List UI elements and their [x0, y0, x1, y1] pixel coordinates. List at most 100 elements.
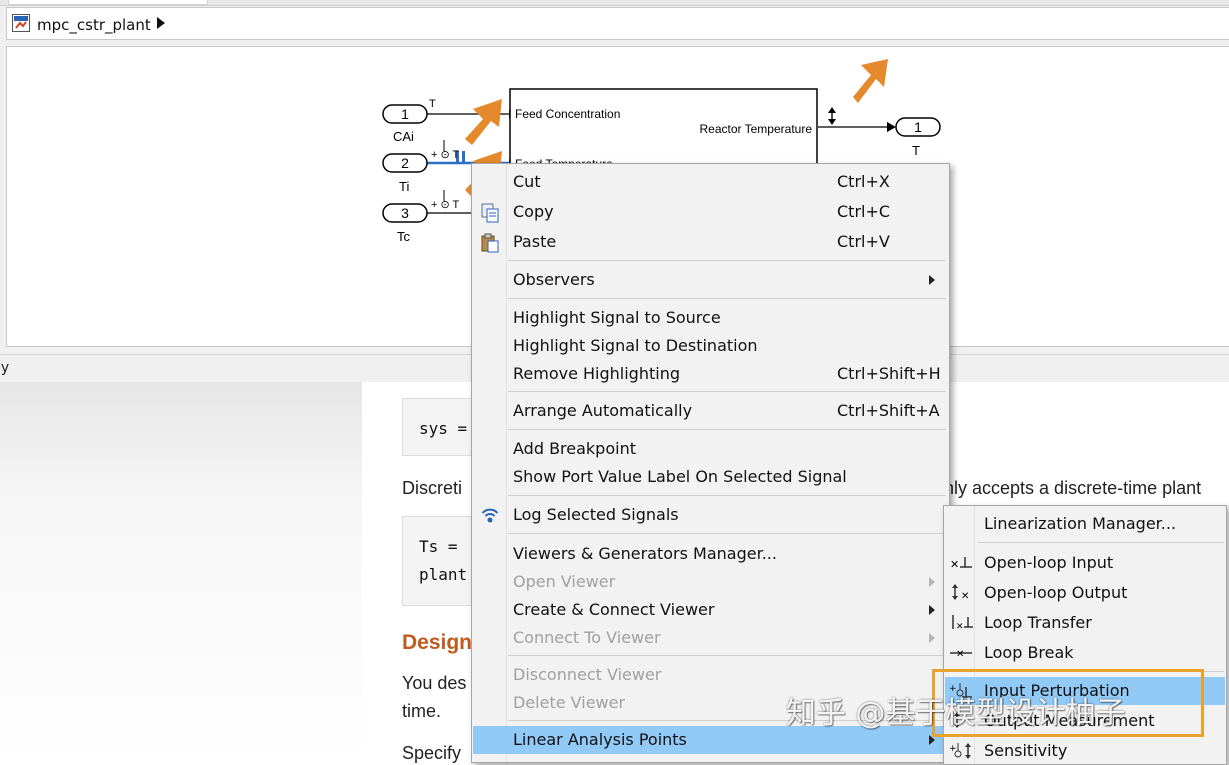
menu-item-label: Highlight Signal to Destination — [513, 336, 758, 355]
port-label-feed-concentration: Feed Concentration — [515, 107, 620, 121]
menu-item-label: Highlight Signal to Source — [513, 308, 721, 327]
menu-separator — [508, 429, 946, 430]
menu-item-label: Observers — [513, 270, 595, 289]
menu-separator — [508, 391, 946, 392]
submenu-item-open-loop-input[interactable]: ✕ Open-loop Input — [945, 549, 1225, 577]
menu-item-label: Connect To Viewer — [513, 628, 661, 647]
inport-3-name: Tc — [397, 229, 411, 244]
menu-item-label: Copy — [513, 202, 554, 221]
menu-item-disconnect-viewer: Disconnect Viewer — [473, 661, 948, 689]
log-signal-icon — [481, 508, 499, 523]
inport-3[interactable]: 3 — [382, 203, 428, 223]
breadcrumb: mpc_cstr_plant — [6, 7, 1229, 40]
menu-item-label: Paste — [513, 232, 557, 251]
svg-text:✕: ✕ — [956, 649, 964, 660]
menu-item-label: Linearization Manager... — [984, 514, 1177, 533]
menu-item-copy[interactable]: Copy Ctrl+C — [473, 198, 948, 226]
menu-item-paste[interactable]: Paste Ctrl+V — [473, 228, 948, 256]
menu-item-label: Delete Viewer — [513, 693, 626, 712]
menu-item-observers[interactable]: Observers — [473, 266, 948, 294]
menu-item-add-breakpoint[interactable]: Add Breakpoint — [473, 435, 948, 463]
menu-item-shortcut: Ctrl+C — [837, 202, 891, 221]
menu-item-label: Remove Highlighting — [513, 364, 680, 383]
outport-1-name: T — [912, 143, 920, 158]
menu-item-label: Open-loop Output — [984, 583, 1128, 602]
menu-item-arrange-automatically[interactable]: Arrange Automatically Ctrl+Shift+A — [473, 397, 948, 425]
menu-item-highlight-to-source[interactable]: Highlight Signal to Source — [473, 304, 948, 332]
doc-sidebar-shade — [0, 382, 362, 762]
port-label-reactor-temperature: Reactor Temperature — [700, 122, 813, 136]
signal-context-menu: Cut Ctrl+X Copy Ctrl+C Paste Ctrl+V Obse… — [471, 163, 950, 763]
menu-item-label: Loop Break — [984, 643, 1074, 662]
doc-text-discretize-end: nly accepts a discrete-time plant — [944, 478, 1202, 498]
status-text: dy — [0, 360, 10, 376]
paste-icon — [481, 233, 499, 253]
doc-heading-design: Design — [402, 631, 473, 654]
menu-item-label: Show Port Value Label On Selected Signal — [513, 467, 847, 486]
arrowhead-icon — [887, 122, 896, 132]
breadcrumb-model-name[interactable]: mpc_cstr_plant — [37, 16, 151, 34]
orange-callout-arrow-icon — [853, 59, 888, 103]
menu-item-create-connect-viewer[interactable]: Create & Connect Viewer — [473, 596, 948, 624]
menu-item-show-port-value-label[interactable]: Show Port Value Label On Selected Signal — [473, 463, 948, 491]
submenu-item-loop-break[interactable]: ✕ Loop Break — [945, 639, 1225, 667]
menu-item-log-selected-signals[interactable]: Log Selected Signals — [473, 501, 948, 529]
menu-item-viewers-generators-manager[interactable]: Viewers & Generators Manager... — [473, 540, 948, 568]
sensitivity-icon: + — [949, 743, 971, 759]
menu-separator — [978, 542, 1224, 543]
menu-item-highlight-to-destination[interactable]: Highlight Signal to Destination — [473, 332, 948, 360]
code-line: sys = — [419, 419, 468, 438]
menu-item-label: Open-loop Input — [984, 553, 1114, 572]
outport-1-number: 1 — [914, 119, 922, 135]
submenu-item-loop-transfer[interactable]: ✕ Loop Transfer — [945, 609, 1225, 637]
outport-1[interactable]: 1 — [895, 117, 941, 137]
inport-2-name: Ti — [399, 179, 409, 194]
model-tab[interactable] — [8, 0, 208, 5]
inport-1[interactable]: 1 — [382, 104, 428, 124]
menu-separator — [508, 655, 946, 656]
menu-item-shortcut: Ctrl+X — [837, 172, 890, 191]
svg-text:✕: ✕ — [956, 622, 964, 632]
menu-item-label: Disconnect Viewer — [513, 665, 662, 684]
output-linear-io-marker-icon — [828, 107, 836, 125]
submenu-arrow-icon — [929, 633, 935, 643]
code-line: Ts = — [419, 537, 458, 556]
code-line: plant — [419, 565, 468, 584]
submenu-item-sensitivity[interactable]: + Sensitivity — [945, 737, 1225, 765]
inport-2[interactable]: 2 — [382, 153, 428, 173]
inport-2-number: 2 — [401, 155, 409, 171]
simulink-model-icon — [12, 14, 30, 32]
menu-item-label: Cut — [513, 172, 541, 191]
open-loop-output-icon: ✕ — [952, 584, 969, 602]
breadcrumb-arrow-icon[interactable] — [157, 17, 165, 29]
doc-text-discretize: Discreti — [402, 478, 463, 498]
submenu-arrow-icon — [929, 577, 935, 587]
menu-item-shortcut: Ctrl+Shift+A — [837, 401, 940, 420]
menu-item-connect-to-viewer: Connect To Viewer — [473, 624, 948, 652]
submenu-item-linearization-manager[interactable]: Linearization Manager... — [945, 510, 1225, 538]
orange-callout-arrow-icon — [465, 99, 502, 145]
menu-separator — [508, 495, 946, 496]
inport-1-number: 1 — [401, 106, 409, 122]
open-loop-input-icon: ✕ — [950, 557, 972, 571]
submenu-item-open-loop-output[interactable]: ✕ Open-loop Output — [945, 579, 1225, 607]
ti-linear-io-marker: + ⊙ T — [431, 149, 460, 161]
copy-icon — [481, 203, 499, 223]
menu-item-cut[interactable]: Cut Ctrl+X — [473, 168, 948, 196]
selection-handle — [462, 151, 465, 163]
submenu-arrow-icon — [929, 275, 935, 285]
doc-text-paragraph: You des — [402, 673, 467, 693]
loop-transfer-icon: ✕ — [952, 615, 973, 632]
menu-item-label: Arrange Automatically — [513, 401, 693, 420]
menu-item-shortcut: Ctrl+V — [837, 232, 890, 251]
inport-1-name: CAi — [393, 129, 414, 144]
menu-item-shortcut: Ctrl+Shift+H — [837, 364, 941, 383]
menu-item-remove-highlighting[interactable]: Remove Highlighting Ctrl+Shift+H — [473, 360, 948, 388]
tc-linear-io-marker: + ⊙ T — [431, 199, 460, 211]
svg-text:✕: ✕ — [950, 558, 959, 571]
menu-separator — [508, 533, 946, 534]
menu-item-label: Viewers & Generators Manager... — [513, 544, 777, 563]
menu-separator — [508, 260, 946, 261]
submenu-arrow-icon — [929, 605, 935, 615]
menu-item-label: Log Selected Signals — [513, 505, 679, 524]
